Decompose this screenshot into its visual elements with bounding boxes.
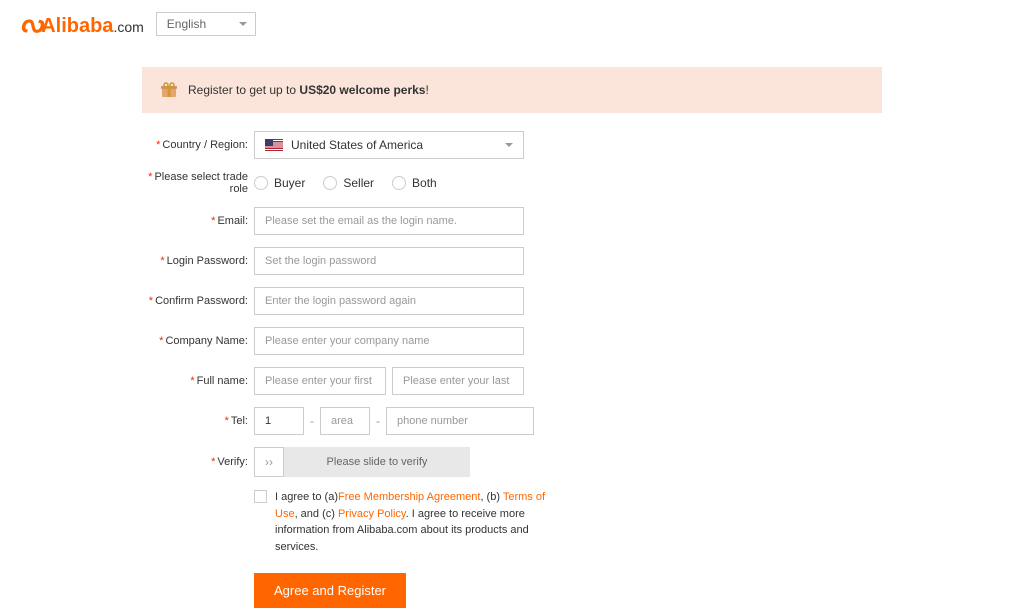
- gift-icon: [160, 81, 178, 99]
- radio-icon: [254, 176, 268, 190]
- radio-both[interactable]: Both: [392, 176, 437, 190]
- last-name-input[interactable]: [392, 367, 524, 395]
- confirm-password-input[interactable]: [254, 287, 524, 315]
- first-name-input[interactable]: [254, 367, 386, 395]
- full-name-label: *Full name:: [142, 375, 254, 387]
- tel-separator: -: [376, 414, 380, 428]
- tel-label: *Tel:: [142, 415, 254, 427]
- trade-role-label: *Please select trade role: [142, 171, 254, 195]
- company-label: *Company Name:: [142, 335, 254, 347]
- privacy-policy-link[interactable]: Privacy Policy: [338, 508, 406, 520]
- language-value: English: [167, 17, 206, 31]
- slider-handle-icon[interactable]: ››: [254, 447, 284, 477]
- password-label: *Login Password:: [142, 255, 254, 267]
- promo-banner: Register to get up to US$20 welcome perk…: [142, 67, 882, 113]
- verify-slider[interactable]: ›› Please slide to verify: [254, 447, 470, 477]
- password-input[interactable]: [254, 247, 524, 275]
- email-input[interactable]: [254, 207, 524, 235]
- country-value: United States of America: [291, 138, 423, 152]
- slider-track-text: Please slide to verify: [284, 447, 470, 477]
- agreement-text: I agree to (a)Free Membership Agreement,…: [275, 489, 555, 555]
- free-membership-link[interactable]: Free Membership Agreement: [338, 491, 480, 503]
- logo-suffix: .com: [113, 19, 143, 35]
- flag-us-icon: [265, 139, 283, 151]
- header: ᔓ Alibaba .com English: [0, 0, 1024, 47]
- company-input[interactable]: [254, 327, 524, 355]
- promo-text: Register to get up to US$20 welcome perk…: [188, 83, 429, 97]
- logo-text: Alibaba: [41, 15, 113, 38]
- radio-seller[interactable]: Seller: [323, 176, 374, 190]
- logo-mark-icon: ᔓ: [20, 8, 41, 39]
- tel-country-code-input[interactable]: [254, 407, 304, 435]
- tel-separator: -: [310, 414, 314, 428]
- verify-label: *Verify:: [142, 456, 254, 468]
- alibaba-logo[interactable]: ᔓ Alibaba .com: [20, 8, 144, 39]
- agreement-checkbox[interactable]: [254, 490, 267, 503]
- registration-form: Register to get up to US$20 welcome perk…: [142, 67, 882, 608]
- email-label: *Email:: [142, 215, 254, 227]
- radio-icon: [392, 176, 406, 190]
- tel-area-input[interactable]: [320, 407, 370, 435]
- tel-phone-input[interactable]: [386, 407, 534, 435]
- language-select[interactable]: English: [156, 12, 256, 36]
- agree-and-register-button[interactable]: Agree and Register: [254, 573, 406, 608]
- country-label: *Country / Region:: [142, 139, 254, 151]
- country-select[interactable]: United States of America: [254, 131, 524, 159]
- confirm-password-label: *Confirm Password:: [142, 295, 254, 307]
- radio-icon: [323, 176, 337, 190]
- radio-buyer[interactable]: Buyer: [254, 176, 305, 190]
